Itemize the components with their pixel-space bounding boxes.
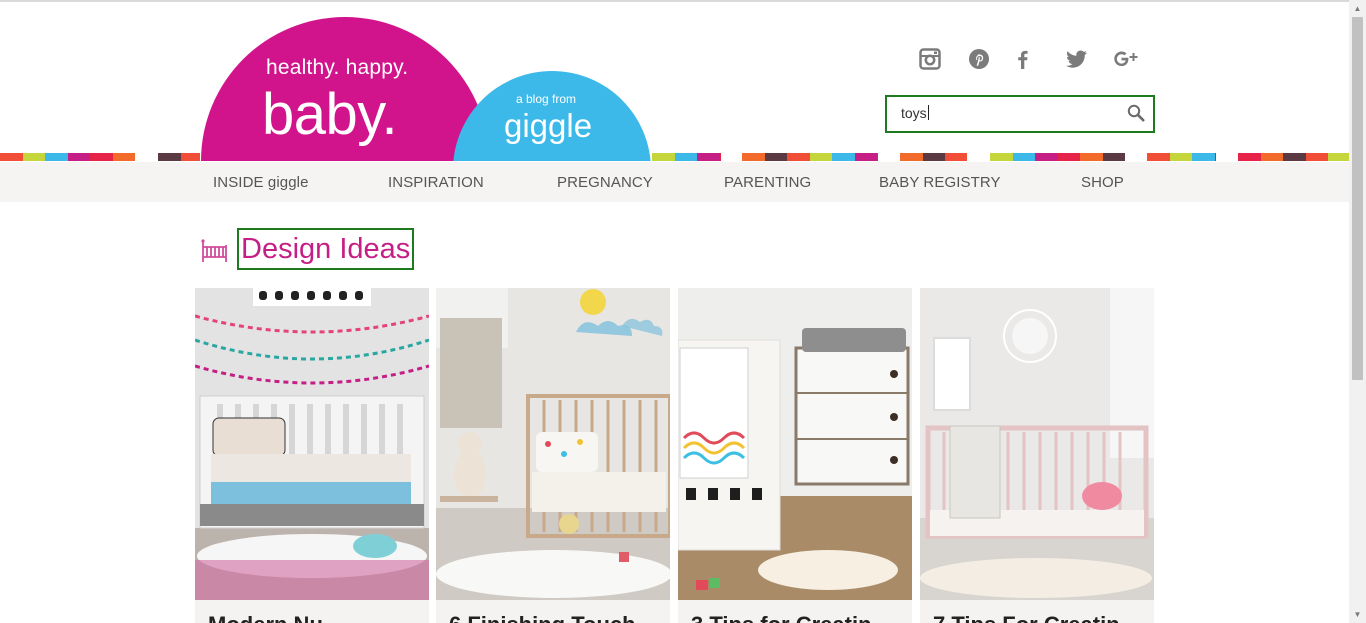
stripe-segment <box>742 153 765 161</box>
stripe-segment <box>45 153 68 161</box>
stripe-segment <box>764 153 787 161</box>
stripe-segment <box>1283 153 1306 161</box>
stripe-segment <box>1057 153 1080 161</box>
stripe-segment <box>697 153 720 161</box>
stripe-segment <box>1305 153 1328 161</box>
crib-icon <box>201 239 228 268</box>
stripe-segment <box>719 153 720 161</box>
search-icon[interactable] <box>1127 104 1145 127</box>
text-cursor <box>927 105 929 120</box>
article-image[interactable] <box>678 288 912 600</box>
search-box[interactable]: toys <box>885 95 1155 133</box>
stripe-segment <box>67 153 90 161</box>
stripe-segment <box>787 153 810 161</box>
stripe-segment <box>832 153 855 161</box>
logo-tagline: healthy. happy. <box>266 56 409 79</box>
nav-item-inside-giggle[interactable]: INSIDE giggle <box>213 174 309 191</box>
stripe-segment <box>1238 153 1261 161</box>
color-stripe <box>0 153 1350 161</box>
nav-item-baby-registry[interactable]: BABY REGISTRY <box>879 174 1001 191</box>
vertical-scrollbar[interactable]: ▲ ▼ <box>1349 0 1366 623</box>
article-card[interactable]: 7 Tips For Creatin <box>920 288 1154 623</box>
stripe-segment <box>22 153 45 161</box>
logo-blog-label: a blog from <box>516 92 577 106</box>
stripe-segment <box>1102 153 1125 161</box>
stripe-segment <box>990 153 1013 161</box>
stripe-segment <box>1192 153 1215 161</box>
article-title[interactable]: 7 Tips For Creatin <box>933 612 1120 623</box>
stripe-segment <box>652 153 675 161</box>
stripe-segment <box>1147 153 1170 161</box>
stripe-segment <box>1328 153 1350 161</box>
article-card[interactable]: 3 Tips for Creatin <box>678 288 912 623</box>
stripe-segment <box>1035 153 1058 161</box>
google-plus-icon[interactable] <box>1113 46 1139 72</box>
scroll-up-arrow[interactable]: ▲ <box>1349 0 1366 17</box>
article-card[interactable]: Modern Nu <box>195 288 429 623</box>
search-input[interactable]: toys <box>901 105 1121 123</box>
nav-item-pregnancy[interactable]: PREGNANCY <box>557 174 653 191</box>
stripe-segment <box>158 153 181 161</box>
stripe-segment <box>1260 153 1283 161</box>
stripe-segment <box>180 153 200 161</box>
article-title[interactable]: Modern Nu <box>208 612 323 623</box>
article-title[interactable]: 6 Finishing Touch <box>449 612 636 623</box>
article-card[interactable]: 6 Finishing Touch <box>436 288 670 623</box>
stripe-segment <box>1169 153 1192 161</box>
top-border <box>0 0 1350 2</box>
stripe-segment <box>854 153 877 161</box>
instagram-icon[interactable] <box>917 46 943 72</box>
stripe-segment <box>877 153 878 161</box>
article-image[interactable] <box>436 288 670 600</box>
stripe-segment <box>1080 153 1103 161</box>
twitter-icon[interactable] <box>1064 46 1090 72</box>
article-image[interactable] <box>195 288 429 600</box>
logo-name: baby. <box>262 82 398 147</box>
main-nav: INSIDE giggle INSPIRATION PREGNANCY PARE… <box>0 162 1350 202</box>
logo-parent: giggle <box>504 107 593 144</box>
facebook-icon[interactable] <box>1010 46 1036 72</box>
stripe-segment <box>112 153 135 161</box>
stripe-segment <box>809 153 832 161</box>
scrollbar-thumb[interactable] <box>1352 17 1363 380</box>
scroll-down-arrow[interactable]: ▼ <box>1349 606 1366 623</box>
stripe-segment <box>1214 153 1215 161</box>
section-title[interactable]: Design Ideas <box>237 228 415 270</box>
stripe-segment <box>1012 153 1035 161</box>
nav-item-parenting[interactable]: PARENTING <box>724 174 811 191</box>
stripe-segment <box>0 153 23 161</box>
pinterest-icon[interactable] <box>966 46 992 72</box>
stripe-segment <box>674 153 697 161</box>
stripe-segment <box>900 153 923 161</box>
stripe-segment <box>90 153 113 161</box>
nav-item-shop[interactable]: SHOP <box>1081 174 1124 191</box>
article-image[interactable] <box>920 288 1154 600</box>
stripe-segment <box>922 153 945 161</box>
search-input-value: toys <box>901 105 927 121</box>
article-title[interactable]: 3 Tips for Creatin <box>691 612 872 623</box>
stripe-segment <box>945 153 967 161</box>
nav-item-inspiration[interactable]: INSPIRATION <box>388 174 484 191</box>
